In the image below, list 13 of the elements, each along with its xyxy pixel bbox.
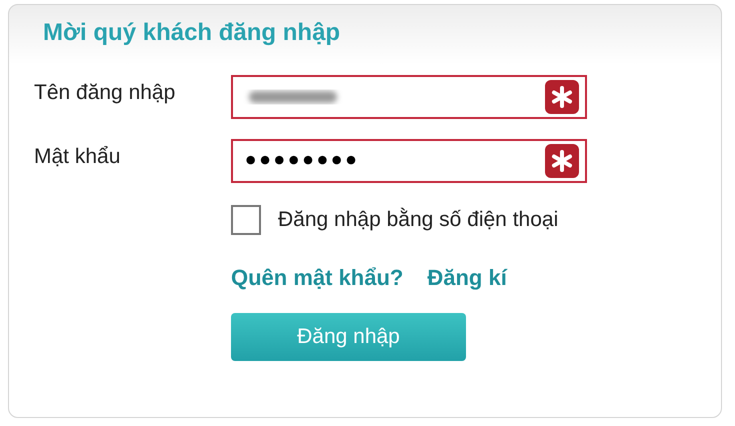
login-button[interactable]: Đăng nhập xyxy=(231,313,466,361)
field-label: Mật khẩu xyxy=(34,145,122,169)
input-field[interactable] xyxy=(231,75,587,119)
field-label: Tên đăng nhập xyxy=(34,81,176,105)
text-link[interactable]: Quên mật khẩu? xyxy=(231,265,404,291)
checkbox[interactable] xyxy=(231,205,261,235)
required-icon xyxy=(545,144,579,178)
input-field[interactable]: •••••••• xyxy=(231,139,587,183)
field-value: •••••••• xyxy=(243,147,359,175)
panel-title: Mời quý khách đăng nhập xyxy=(43,19,342,48)
required-icon xyxy=(545,80,579,114)
text-link[interactable]: Đăng kí xyxy=(427,265,507,291)
checkbox-label: Đăng nhập bằng số điện thoại xyxy=(278,208,558,232)
